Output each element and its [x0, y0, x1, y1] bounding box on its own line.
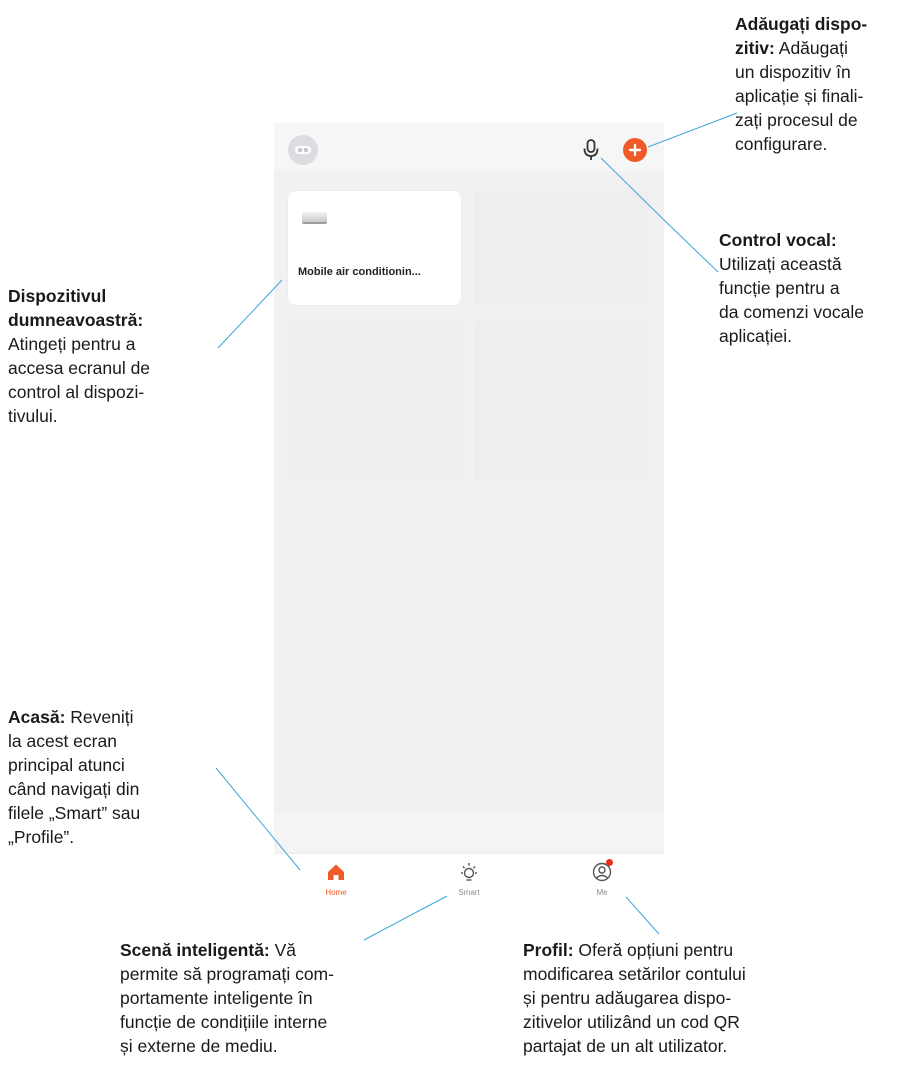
annotation-your-device: Dispozitivul dumneavoastră: Atingeți pen… [8, 286, 151, 426]
annotation-smart-scene: Scenă inteligentă: Vă permite să program… [120, 940, 334, 1056]
annotation-home: Acasă: Reveniți la acest ecran principal… [8, 707, 141, 847]
annotation-voice-control: Control vocal: Utilizați această funcție… [719, 230, 864, 346]
annotation-leader-lines [215, 112, 738, 941]
annotation-add-device: Adăugați dispo- zitiv: Adăugați un dispo… [735, 14, 868, 154]
annotation-profile: Profil: Oferă opțiuni pentru modificarea… [523, 940, 746, 1056]
